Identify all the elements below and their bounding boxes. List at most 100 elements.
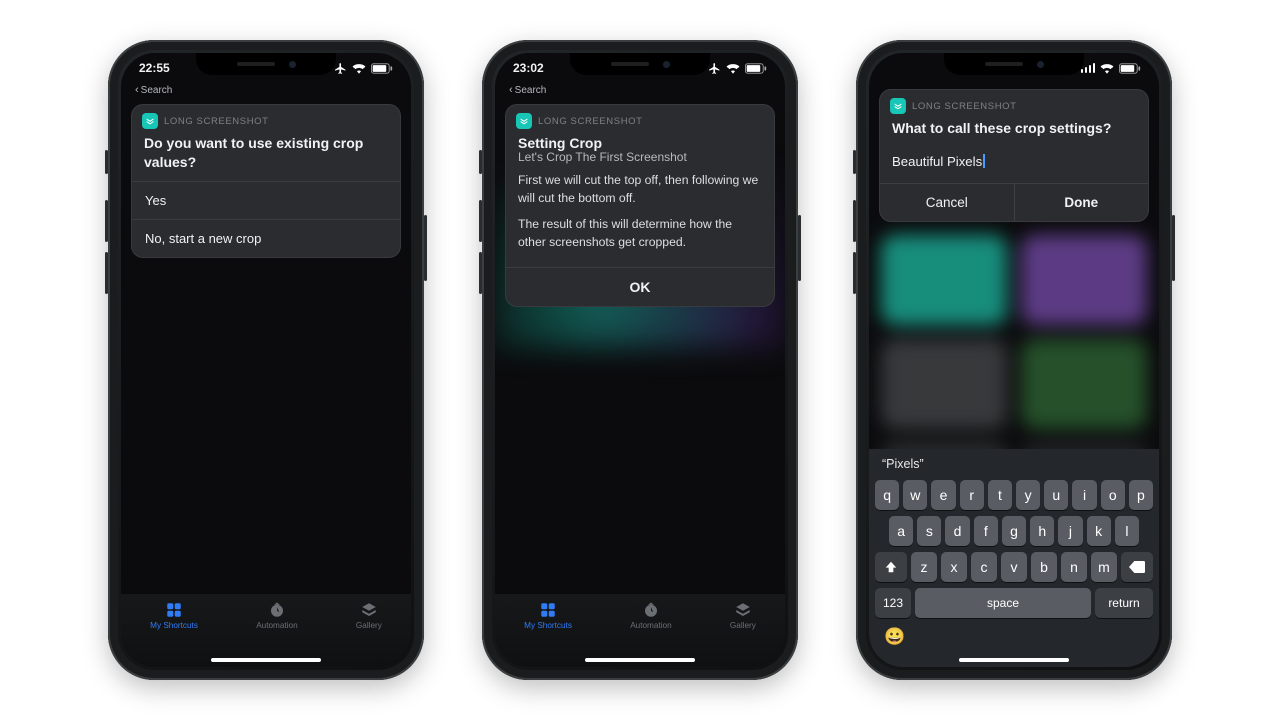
tab-gallery[interactable]: Gallery [730, 601, 756, 630]
key-j[interactable]: j [1058, 516, 1082, 546]
key-x[interactable]: x [941, 552, 967, 582]
tab-gallery[interactable]: Gallery [356, 601, 382, 630]
battery-icon [745, 63, 767, 74]
crop-name-input[interactable]: Beautiful Pixels [880, 147, 1148, 183]
key-f[interactable]: f [974, 516, 998, 546]
ios-keyboard: “Pixels” qwertyuiop asdfghjkl zxcvbnm 12… [869, 449, 1159, 667]
cancel-button[interactable]: Cancel [880, 184, 1014, 221]
key-v[interactable]: v [1001, 552, 1027, 582]
key-h[interactable]: h [1030, 516, 1054, 546]
key-p[interactable]: p [1129, 480, 1153, 510]
tab-automation[interactable]: Automation [630, 601, 671, 630]
key-k[interactable]: k [1087, 516, 1111, 546]
key-z[interactable]: z [911, 552, 937, 582]
key-o[interactable]: o [1101, 480, 1125, 510]
key-u[interactable]: u [1044, 480, 1068, 510]
grid-icon [538, 601, 558, 619]
emoji-key[interactable]: 😀 [884, 627, 905, 647]
key-a[interactable]: a [889, 516, 913, 546]
input-prompt: What to call these crop settings? [880, 117, 1148, 147]
dialog-subtitle: Let's Crop The First Screenshot [506, 150, 774, 172]
key-q[interactable]: q [875, 480, 899, 510]
phone-mockup-2: 23:02 ‹ Search LONG SCREENSHOT Setting C… [482, 40, 798, 680]
shortcut-app-icon [142, 113, 158, 129]
input-card: LONG SCREENSHOT What to call these crop … [879, 89, 1149, 222]
tab-label: My Shortcuts [150, 621, 198, 630]
shortcut-app-icon [890, 98, 906, 114]
airplane-mode-icon [708, 62, 721, 75]
key-l[interactable]: l [1115, 516, 1139, 546]
key-i[interactable]: i [1072, 480, 1096, 510]
phone-mockup-3: LONG SCREENSHOT What to call these crop … [856, 40, 1172, 680]
home-indicator[interactable] [585, 658, 695, 662]
backspace-key[interactable] [1121, 552, 1153, 582]
tab-my-shortcuts[interactable]: My Shortcuts [150, 601, 198, 630]
tab-label: My Shortcuts [524, 621, 572, 630]
ok-button[interactable]: OK [506, 267, 774, 306]
wifi-icon [726, 63, 740, 74]
key-m[interactable]: m [1091, 552, 1117, 582]
numbers-key[interactable]: 123 [875, 588, 911, 618]
status-time [887, 61, 890, 75]
status-time: 23:02 [513, 61, 544, 75]
space-key[interactable]: space [915, 588, 1091, 618]
shortcut-app-name: LONG SCREENSHOT [912, 101, 1017, 112]
suggestion-text[interactable]: “Pixels” [882, 457, 924, 471]
dialog-body: First we will cut the top off, then foll… [506, 172, 774, 267]
option-yes[interactable]: Yes [132, 181, 400, 219]
info-card: LONG SCREENSHOT Setting Crop Let's Crop … [505, 104, 775, 307]
key-t[interactable]: t [988, 480, 1012, 510]
grid-icon [164, 601, 184, 619]
battery-icon [371, 63, 393, 74]
prompt-card: LONG SCREENSHOT Do you want to use exist… [131, 104, 401, 258]
keyboard-row-1: qwertyuiop [872, 477, 1156, 513]
tab-bar: My Shortcuts Automation Gallery [495, 594, 785, 667]
breadcrumb[interactable]: ‹ Search [121, 83, 411, 100]
prompt-question: Do you want to use existing crop values? [132, 132, 400, 181]
shortcut-app-name: LONG SCREENSHOT [538, 116, 643, 127]
stack-icon [359, 601, 379, 619]
status-time: 22:55 [139, 61, 170, 75]
home-indicator[interactable] [211, 658, 321, 662]
wifi-icon [1100, 63, 1114, 74]
breadcrumb[interactable]: ‹ Search [495, 83, 785, 100]
key-d[interactable]: d [945, 516, 969, 546]
phone-mockup-1: 22:55 ‹ Search LONG SCREENSHOT Do you wa… [108, 40, 424, 680]
option-no[interactable]: No, start a new crop [132, 219, 400, 257]
keyboard-suggestion-bar[interactable]: “Pixels” [872, 452, 1156, 477]
tab-my-shortcuts[interactable]: My Shortcuts [524, 601, 572, 630]
key-r[interactable]: r [960, 480, 984, 510]
key-y[interactable]: y [1016, 480, 1040, 510]
stack-icon [733, 601, 753, 619]
clock-icon [641, 601, 661, 619]
key-e[interactable]: e [931, 480, 955, 510]
tab-label: Gallery [356, 621, 382, 630]
keyboard-row-4: 123 space return [872, 585, 1156, 621]
shift-key[interactable] [875, 552, 907, 582]
home-indicator[interactable] [959, 658, 1069, 662]
tab-bar: My Shortcuts Automation Gallery [121, 594, 411, 667]
key-w[interactable]: w [903, 480, 927, 510]
key-g[interactable]: g [1002, 516, 1026, 546]
done-button[interactable]: Done [1014, 184, 1149, 221]
tab-label: Automation [630, 621, 671, 630]
wifi-icon [352, 63, 366, 74]
chevron-left-icon: ‹ [135, 84, 139, 96]
tab-label: Automation [256, 621, 297, 630]
airplane-mode-icon [334, 62, 347, 75]
shortcut-app-icon [516, 113, 532, 129]
device-notch [570, 53, 710, 75]
device-notch [196, 53, 336, 75]
key-s[interactable]: s [917, 516, 941, 546]
text-caret [983, 154, 985, 168]
tab-automation[interactable]: Automation [256, 601, 297, 630]
key-c[interactable]: c [971, 552, 997, 582]
device-notch [944, 53, 1084, 75]
keyboard-row-2: asdfghjkl [872, 513, 1156, 549]
tab-label: Gallery [730, 621, 756, 630]
breadcrumb-label: Search [515, 85, 547, 96]
return-key[interactable]: return [1095, 588, 1153, 618]
keyboard-row-3: zxcvbnm [872, 549, 1156, 585]
key-n[interactable]: n [1061, 552, 1087, 582]
key-b[interactable]: b [1031, 552, 1057, 582]
